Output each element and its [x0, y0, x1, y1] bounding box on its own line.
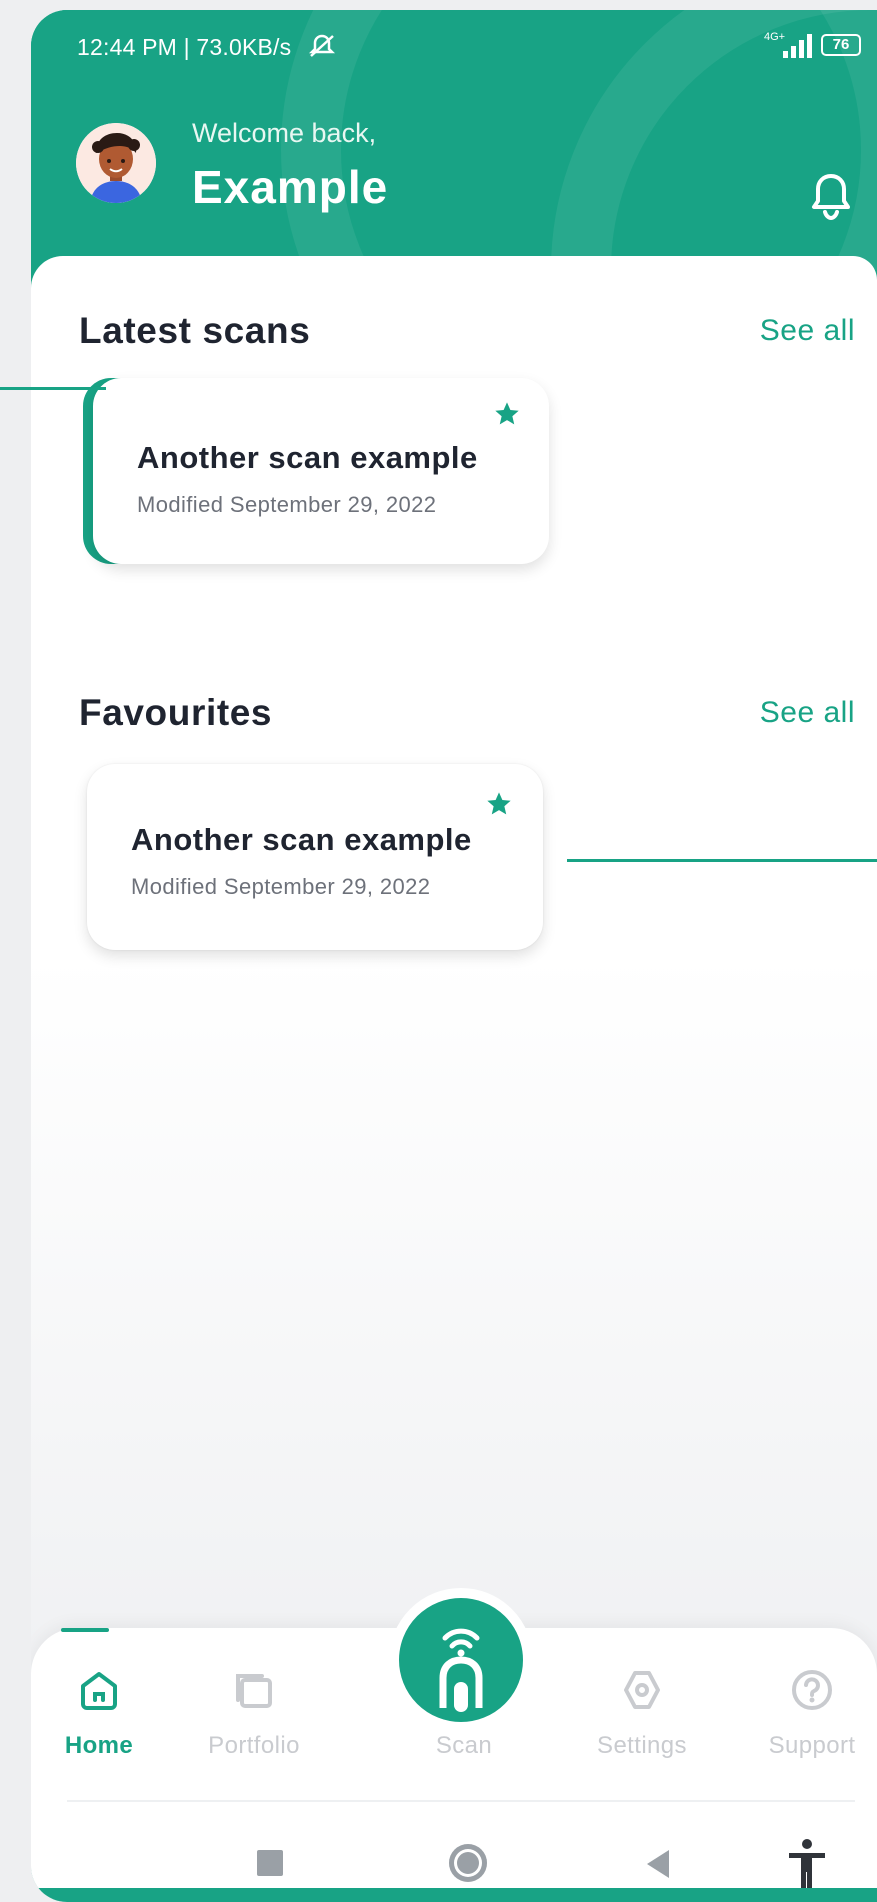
nav-home[interactable]: Home — [44, 1628, 154, 1760]
scan-button[interactable] — [389, 1588, 533, 1732]
home-icon — [81, 1672, 117, 1710]
status-bar: 12:44 PM | 73.0KB/s 4G+ 76 — [31, 10, 877, 70]
star-icon[interactable] — [493, 400, 521, 428]
favourites-title: Favourites — [79, 692, 273, 733]
connector-line — [0, 387, 106, 390]
nav-settings[interactable]: Settings — [587, 1668, 697, 1760]
gear-icon — [624, 1671, 660, 1709]
username: Example — [192, 161, 389, 213]
nav-active-indicator — [61, 1628, 109, 1632]
nav-scan-label: Scan — [435, 1732, 493, 1759]
latest-scan-card[interactable]: Another scan example Modified September … — [93, 378, 549, 564]
connector-line — [567, 859, 877, 862]
star-icon[interactable] — [485, 790, 513, 818]
device-frame-edge — [31, 1888, 877, 1902]
battery-level: 76 — [832, 36, 850, 53]
back-icon[interactable] — [643, 1848, 671, 1880]
nav-home-label: Home — [64, 1732, 134, 1759]
latest-scans-title: Latest scans — [79, 310, 311, 351]
nav-settings-label: Settings — [597, 1732, 687, 1759]
bell-icon[interactable] — [811, 170, 851, 222]
home-system-button[interactable] — [449, 1844, 487, 1882]
notifications-off-icon — [308, 34, 336, 57]
network-type: 4G+ — [764, 31, 786, 43]
nav-support-label: Support — [768, 1732, 856, 1759]
signal-icon — [783, 34, 812, 58]
recent-apps-button[interactable] — [257, 1850, 283, 1876]
nav-divider — [67, 1800, 855, 1802]
scan-icon — [439, 1628, 483, 1712]
status-time: 12:44 PM | 73.0KB/s — [77, 34, 292, 60]
favourites-see-all-link[interactable]: See all — [760, 696, 855, 730]
nav-support[interactable]: Support — [757, 1668, 867, 1760]
accessibility-icon[interactable] — [785, 1838, 829, 1890]
favourite-scan-card[interactable]: Another scan example Modified September … — [87, 764, 543, 950]
header: 12:44 PM | 73.0KB/s 4G+ 76 Welcome back,… — [31, 10, 877, 270]
card-title: Another scan example — [131, 822, 472, 857]
card-modified-date: Modified September 29, 2022 — [131, 874, 431, 899]
welcome-text: Welcome back, — [192, 118, 377, 148]
card-title: Another scan example — [137, 440, 478, 475]
card-modified-date: Modified September 29, 2022 — [137, 492, 437, 517]
portfolio-icon — [236, 1674, 272, 1708]
avatar[interactable] — [76, 123, 156, 203]
nav-portfolio[interactable]: Portfolio — [199, 1668, 309, 1760]
battery-icon: 76 — [821, 34, 861, 56]
help-icon — [792, 1670, 832, 1710]
phone-screen: 12:44 PM | 73.0KB/s 4G+ 76 Welcome back,… — [31, 10, 877, 1902]
latest-see-all-link[interactable]: See all — [760, 314, 855, 348]
avatar-illustration — [76, 123, 156, 203]
nav-portfolio-label: Portfolio — [208, 1732, 300, 1759]
